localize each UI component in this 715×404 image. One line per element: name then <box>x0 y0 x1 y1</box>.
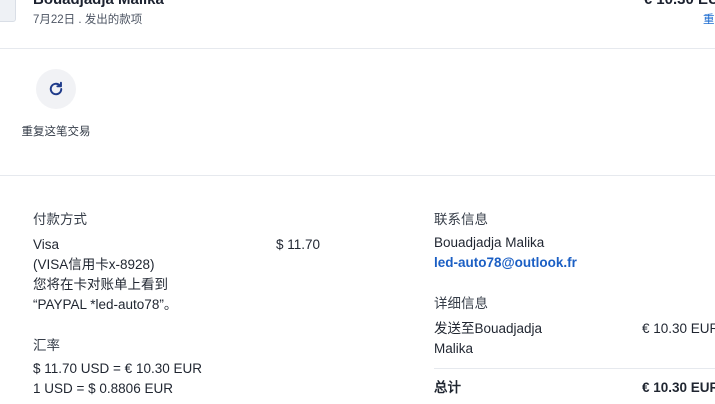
contact-email-link[interactable]: led-auto78@outlook.fr <box>434 253 577 273</box>
payment-method-heading: 付款方式 <box>33 212 87 227</box>
contact-name: Bouadjadja Malika <box>434 235 545 250</box>
transaction-name: Bouadjadja Malika <box>33 0 164 8</box>
payment-method-name: Visa <box>33 237 60 252</box>
exchange-rate-heading: 汇率 <box>33 338 60 353</box>
sent-to-label: 发送至Bouadjadja <box>434 321 543 336</box>
transaction-amount: −€ 10.30 EUR <box>635 0 715 8</box>
header-divider <box>0 48 715 49</box>
sent-to-name: Malika <box>434 341 474 356</box>
details-heading: 详细信息 <box>434 296 488 311</box>
merchant-avatar <box>0 0 16 22</box>
total-label: 总计 <box>434 380 461 395</box>
section-divider <box>0 175 715 176</box>
repeat-transaction-button[interactable] <box>36 69 76 109</box>
exchange-rate-unit: 1 USD = $ 0.8806 EUR <box>33 381 173 396</box>
transaction-subtitle: 7月22日 . 发出的款项 <box>33 14 143 26</box>
statement-note: 您将在卡对账单上看到 <box>33 277 168 292</box>
payment-card: (VISA信用卡x-8928) <box>33 257 155 272</box>
exchange-rate-conversion: $ 11.70 USD = € 10.30 EUR <box>33 361 202 376</box>
statement-descriptor: “PAYPAL *led-auto78”。 <box>33 297 178 312</box>
refund-link[interactable]: 重 <box>703 11 715 27</box>
contact-info-heading: 联系信息 <box>434 212 488 227</box>
refresh-icon <box>49 81 63 96</box>
total-divider <box>434 368 715 369</box>
repeat-transaction-label[interactable]: 重复这笔交易 <box>20 123 92 141</box>
payment-amount: $ 11.70 <box>276 237 321 252</box>
total-amount: € 10.30 EUR <box>642 380 715 395</box>
sent-amount: € 10.30 EUR <box>642 321 715 336</box>
